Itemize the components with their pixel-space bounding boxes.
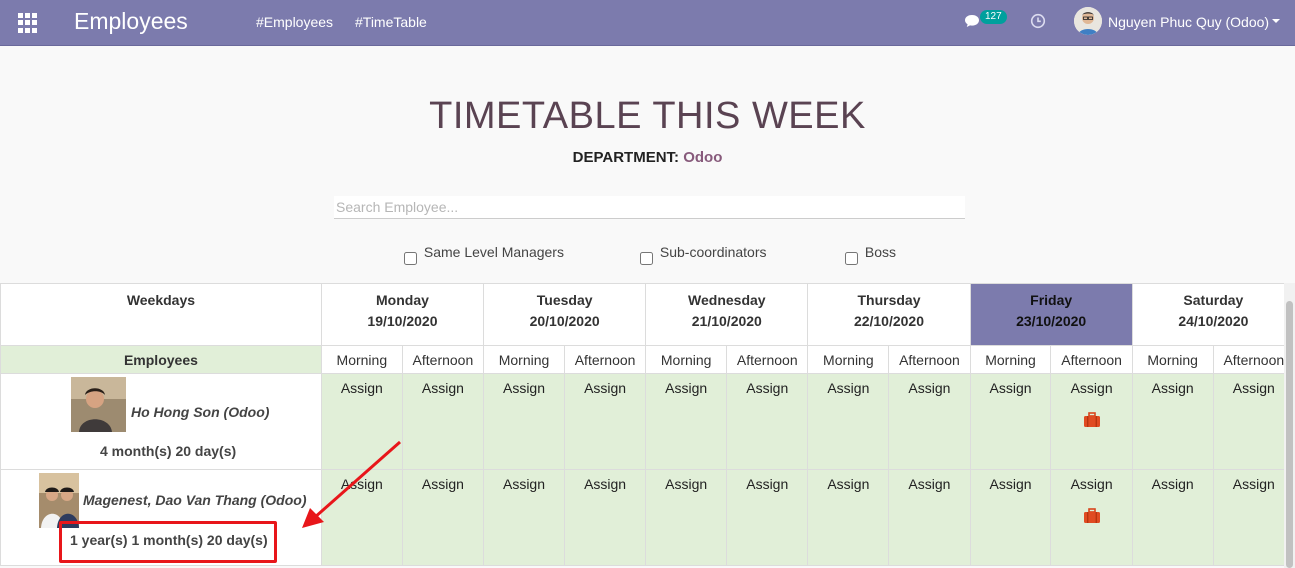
employee-tenure: 1 year(s) 1 month(s) 20 day(s): [70, 532, 268, 548]
assign-link[interactable]: Assign: [1214, 476, 1293, 492]
boss-checkbox[interactable]: [845, 252, 858, 265]
assign-link[interactable]: Assign: [971, 380, 1050, 396]
apps-grid-icon[interactable]: [18, 13, 38, 33]
day-header-saturday: Saturday 24/10/2020: [1131, 283, 1295, 346]
employee-photo: [71, 377, 126, 432]
shift-afternoon: Afternoon: [1050, 345, 1133, 374]
day-header-tuesday: Tuesday 20/10/2020: [483, 283, 647, 346]
shift-morning: Morning: [645, 345, 728, 374]
chat-count-badge: 127: [980, 10, 1007, 24]
assign-link[interactable]: Assign: [1052, 476, 1131, 492]
filter-boss[interactable]: Boss: [845, 244, 896, 265]
assign-link[interactable]: Assign: [403, 476, 482, 492]
sub-coordinators-checkbox[interactable]: [640, 252, 653, 265]
assign-link[interactable]: Assign: [403, 380, 482, 396]
filter-sub-coordinators[interactable]: Sub-coordinators: [640, 244, 767, 265]
assign-link[interactable]: Assign: [1133, 380, 1212, 396]
employee-row: Magenest, Dao Van Thang (Odoo) 1 year(s)…: [0, 469, 1295, 566]
assign-link[interactable]: Assign: [485, 476, 564, 492]
filter-same-level-managers[interactable]: Same Level Managers: [404, 244, 564, 265]
assign-link[interactable]: Assign: [728, 380, 807, 396]
timetable: Weekdays Monday 19/10/2020 Tuesday 20/10/2…: [0, 283, 1295, 566]
menu-employees[interactable]: #Employees: [256, 14, 333, 30]
department-value: Odoo: [683, 149, 723, 166]
shift-morning: Morning: [320, 345, 403, 374]
assign-link[interactable]: Assign: [322, 380, 401, 396]
weekdays-header: Weekdays: [0, 283, 322, 346]
assign-link[interactable]: Assign: [647, 476, 726, 492]
shift-afternoon: Afternoon: [726, 345, 809, 374]
briefcase-icon[interactable]: [1083, 412, 1101, 428]
shift-afternoon: Afternoon: [1212, 345, 1295, 374]
employee-photo: [39, 473, 79, 528]
employees-header: Employees: [0, 345, 322, 374]
assign-link[interactable]: Assign: [1133, 476, 1212, 492]
day-header-monday: Monday 19/10/2020: [320, 283, 485, 346]
employee-info: Magenest, Dao Van Thang (Odoo) 1 year(s)…: [0, 469, 322, 566]
day-header-row: Weekdays Monday 19/10/2020 Tuesday 20/10/2…: [0, 283, 1295, 346]
assign-link[interactable]: Assign: [485, 380, 564, 396]
assign-link[interactable]: Assign: [565, 476, 644, 492]
department-line: DEPARTMENT: Odoo: [0, 149, 1295, 166]
assign-link[interactable]: Assign: [890, 476, 969, 492]
assign-link[interactable]: Assign: [565, 380, 644, 396]
shift-morning: Morning: [969, 345, 1052, 374]
briefcase-icon[interactable]: [1083, 508, 1101, 524]
same-level-managers-checkbox[interactable]: [404, 252, 417, 265]
shift-afternoon: Afternoon: [563, 345, 647, 374]
day-header-wednesday: Wednesday 21/10/2020: [645, 283, 809, 346]
employee-tenure: 4 month(s) 20 day(s): [100, 443, 237, 459]
employee-row: Ho Hong Son (Odoo) 4 month(s) 20 day(s) …: [0, 373, 1295, 470]
user-menu[interactable]: Nguyen Phuc Quy (Odoo): [1108, 14, 1269, 30]
user-avatar[interactable]: [1074, 7, 1102, 35]
assign-link[interactable]: Assign: [1214, 380, 1293, 396]
assign-link[interactable]: Assign: [890, 380, 969, 396]
assign-link[interactable]: Assign: [971, 476, 1050, 492]
shift-afternoon: Afternoon: [401, 345, 485, 374]
chat-icon[interactable]: [964, 14, 980, 28]
day-header-friday-today: Friday 23/10/2020: [969, 283, 1133, 346]
assign-link[interactable]: Assign: [809, 476, 888, 492]
shift-morning: Morning: [483, 345, 565, 374]
page-title: TIMETABLE THIS WEEK: [429, 95, 866, 137]
assign-link[interactable]: Assign: [647, 380, 726, 396]
menu-timetable[interactable]: #TimeTable: [355, 14, 427, 30]
assign-link[interactable]: Assign: [1052, 380, 1131, 396]
caret-down-icon[interactable]: [1272, 19, 1280, 23]
assign-link[interactable]: Assign: [322, 476, 401, 492]
vertical-scrollbar[interactable]: [1284, 283, 1295, 568]
top-navbar: Employees #Employees #TimeTable 127 Nguy…: [0, 0, 1295, 46]
shift-afternoon: Afternoon: [888, 345, 971, 374]
shift-morning: Morning: [807, 345, 890, 374]
day-header-thursday: Thursday 22/10/2020: [807, 283, 971, 346]
search-employee-input[interactable]: [334, 196, 965, 219]
employee-name: Ho Hong Son (Odoo): [131, 404, 270, 420]
assign-link[interactable]: Assign: [728, 476, 807, 492]
employee-info: Ho Hong Son (Odoo) 4 month(s) 20 day(s): [0, 373, 322, 470]
assign-link[interactable]: Assign: [809, 380, 888, 396]
app-title: Employees: [74, 8, 188, 34]
scrollbar-thumb[interactable]: [1286, 301, 1293, 568]
shift-morning: Morning: [1131, 345, 1214, 374]
department-label: DEPARTMENT:: [572, 149, 680, 166]
employee-name: Magenest, Dao Van Thang (Odoo): [83, 492, 307, 508]
shift-header-row: Employees Morning Afternoon Morning Afte…: [0, 345, 1295, 374]
clock-icon[interactable]: [1030, 13, 1046, 29]
